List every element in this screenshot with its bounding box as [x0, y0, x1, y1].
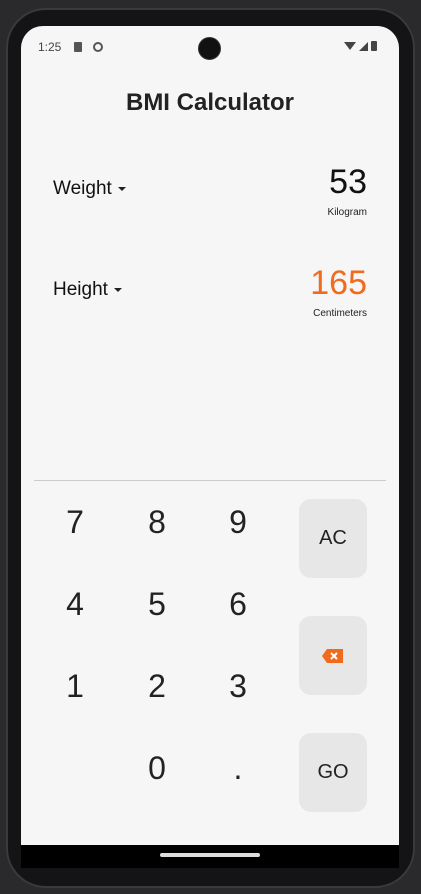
height-unit: Centimeters: [313, 308, 367, 319]
height-unit-dropdown[interactable]: Height: [53, 279, 122, 301]
home-gesture-handle[interactable]: [160, 853, 260, 857]
weight-unit: Kilogram: [327, 207, 367, 218]
screen: 1:25 BMI Calculator Weight 53 Kilogram H…: [21, 26, 399, 868]
status-time: 1:25: [38, 40, 62, 54]
divider: [34, 480, 386, 481]
weight-label: Weight: [53, 178, 112, 199]
page-title: BMI Calculator: [125, 89, 295, 116]
key-5[interactable]: 5: [127, 586, 187, 623]
weight-value[interactable]: 53: [329, 163, 367, 202]
key-8[interactable]: 8: [127, 504, 187, 541]
clear-button[interactable]: AC: [299, 499, 367, 578]
battery-icon: [371, 41, 377, 51]
key-0[interactable]: 0: [127, 750, 187, 787]
sd-card-icon: [74, 42, 82, 52]
go-button[interactable]: GO: [299, 733, 367, 812]
notification-icon: [93, 42, 103, 52]
backspace-button[interactable]: [299, 616, 367, 695]
key-7[interactable]: 7: [45, 504, 105, 541]
wifi-icon: [344, 42, 356, 50]
key-decimal[interactable]: .: [208, 750, 268, 787]
height-value[interactable]: 165: [310, 264, 367, 303]
key-3[interactable]: 3: [208, 668, 268, 705]
key-4[interactable]: 4: [45, 586, 105, 623]
backspace-icon: [322, 648, 343, 663]
weight-unit-dropdown[interactable]: Weight: [53, 178, 126, 200]
signal-icon: [359, 41, 368, 51]
key-2[interactable]: 2: [127, 668, 187, 705]
key-1[interactable]: 1: [45, 668, 105, 705]
caret-down-icon: [117, 187, 126, 191]
height-label: Height: [53, 279, 108, 300]
caret-down-icon: [113, 288, 122, 292]
key-6[interactable]: 6: [208, 586, 268, 623]
camera-cutout: [198, 37, 221, 60]
key-9[interactable]: 9: [208, 504, 268, 541]
navigation-bar: [21, 845, 399, 868]
